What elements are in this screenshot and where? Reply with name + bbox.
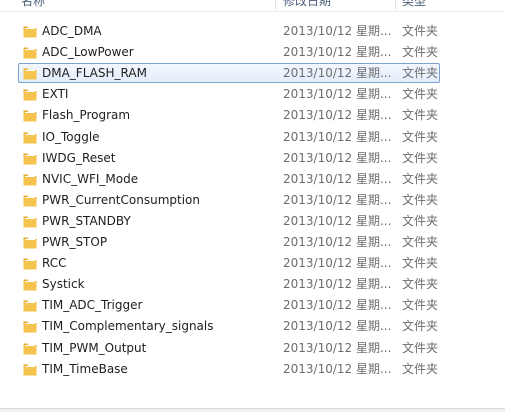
- file-modified-date: 2013/10/12 星期...: [283, 45, 392, 59]
- file-row[interactable]: EXTI 2013/10/12 星期... 文件夹: [18, 84, 440, 104]
- folder-icon: [23, 216, 37, 228]
- file-modified-date: 2013/10/12 星期...: [283, 87, 392, 101]
- file-name: TIM_PWM_Output: [42, 341, 147, 355]
- file-modified-date: 2013/10/12 星期...: [283, 256, 392, 270]
- file-type: 文件夹: [402, 151, 439, 165]
- file-row[interactable]: TIM_PWM_Output 2013/10/12 星期... 文件夹: [18, 338, 440, 358]
- column-header-type[interactable]: 类型: [402, 0, 502, 11]
- file-type: 文件夹: [402, 108, 439, 122]
- folder-icon: [23, 110, 37, 122]
- column-divider[interactable]: [275, 0, 276, 11]
- file-modified-date: 2013/10/12 星期...: [283, 172, 392, 186]
- file-modified-date: 2013/10/12 星期...: [283, 151, 392, 165]
- file-row[interactable]: RCC 2013/10/12 星期... 文件夹: [18, 253, 440, 273]
- folder-icon: [23, 279, 37, 291]
- folder-icon: [23, 26, 37, 38]
- file-name: EXTI: [42, 87, 69, 101]
- file-row[interactable]: IWDG_Reset 2013/10/12 星期... 文件夹: [18, 148, 440, 168]
- file-name: PWR_STANDBY: [42, 214, 131, 228]
- file-name: IWDG_Reset: [42, 151, 116, 165]
- file-modified-date: 2013/10/12 星期...: [283, 362, 392, 376]
- file-type: 文件夹: [402, 66, 439, 80]
- file-name: PWR_CurrentConsumption: [42, 193, 200, 207]
- file-type: 文件夹: [402, 172, 439, 186]
- status-bar-edge: [0, 408, 505, 412]
- file-modified-date: 2013/10/12 星期...: [283, 214, 392, 228]
- folder-icon: [23, 89, 37, 101]
- file-modified-date: 2013/10/12 星期...: [283, 319, 392, 333]
- file-type: 文件夹: [402, 214, 439, 228]
- file-modified-date: 2013/10/12 星期...: [283, 298, 392, 312]
- file-row[interactable]: IO_Toggle 2013/10/12 星期... 文件夹: [18, 127, 440, 147]
- file-type: 文件夹: [402, 277, 439, 291]
- file-row[interactable]: Flash_Program 2013/10/12 星期... 文件夹: [18, 105, 440, 125]
- file-row[interactable]: TIM_ADC_Trigger 2013/10/12 星期... 文件夹: [18, 295, 440, 315]
- file-type: 文件夹: [402, 193, 439, 207]
- file-name: IO_Toggle: [42, 130, 100, 144]
- file-name: TIM_ADC_Trigger: [42, 298, 143, 312]
- file-row[interactable]: PWR_STOP 2013/10/12 星期... 文件夹: [18, 232, 440, 252]
- file-type: 文件夹: [402, 24, 439, 38]
- folder-icon: [23, 237, 37, 249]
- folder-icon: [23, 195, 37, 207]
- folder-icon: [23, 132, 37, 144]
- file-modified-date: 2013/10/12 星期...: [283, 277, 392, 291]
- file-type: 文件夹: [402, 362, 439, 376]
- file-row[interactable]: NVIC_WFI_Mode 2013/10/12 星期... 文件夹: [18, 169, 440, 189]
- file-name: DMA_FLASH_RAM: [42, 66, 147, 80]
- file-row[interactable]: Systick 2013/10/12 星期... 文件夹: [18, 274, 440, 294]
- folder-icon: [23, 364, 37, 376]
- file-name: ADC_LowPower: [42, 45, 134, 59]
- folder-icon: [23, 343, 37, 355]
- file-explorer-list: 名称 修改日期 类型 ADC_DMA 2013/10/12 星期... 文件夹 ADC…: [0, 0, 505, 412]
- file-name: Systick: [42, 277, 85, 291]
- file-modified-date: 2013/10/12 星期...: [283, 108, 392, 122]
- file-modified-date: 2013/10/12 星期...: [283, 130, 392, 144]
- file-modified-date: 2013/10/12 星期...: [283, 193, 392, 207]
- file-type: 文件夹: [402, 319, 439, 333]
- file-type: 文件夹: [402, 87, 439, 101]
- file-type: 文件夹: [402, 341, 439, 355]
- column-header-bar: 名称 修改日期 类型: [0, 0, 505, 12]
- folder-icon: [23, 321, 37, 333]
- file-row[interactable]: TIM_Complementary_signals 2013/10/12 星期..…: [18, 316, 440, 336]
- file-name: TIM_TimeBase: [42, 362, 128, 376]
- file-row[interactable]: PWR_CurrentConsumption 2013/10/12 星期... 文件…: [18, 190, 440, 210]
- folder-icon: [23, 258, 37, 270]
- folder-icon: [23, 47, 37, 59]
- file-row[interactable]: DMA_FLASH_RAM 2013/10/12 星期... 文件夹: [18, 63, 440, 83]
- file-type: 文件夹: [402, 235, 439, 249]
- file-type: 文件夹: [402, 45, 439, 59]
- folder-icon: [23, 300, 37, 312]
- file-row[interactable]: ADC_DMA 2013/10/12 星期... 文件夹: [18, 21, 440, 41]
- file-name: Flash_Program: [42, 108, 131, 122]
- file-type: 文件夹: [402, 298, 439, 312]
- file-name: ADC_DMA: [42, 24, 102, 38]
- file-name: TIM_Complementary_signals: [42, 319, 214, 333]
- file-type: 文件夹: [402, 130, 439, 144]
- folder-icon: [23, 174, 37, 186]
- column-header-name[interactable]: 名称: [21, 0, 271, 11]
- file-row[interactable]: ADC_LowPower 2013/10/12 星期... 文件夹: [18, 42, 440, 62]
- file-modified-date: 2013/10/12 星期...: [283, 24, 392, 38]
- file-row[interactable]: PWR_STANDBY 2013/10/12 星期... 文件夹: [18, 211, 440, 231]
- column-divider[interactable]: [395, 0, 396, 11]
- folder-icon: [23, 68, 37, 80]
- file-name: PWR_STOP: [42, 235, 108, 249]
- file-name: NVIC_WFI_Mode: [42, 172, 139, 186]
- file-type: 文件夹: [402, 256, 439, 270]
- file-modified-date: 2013/10/12 星期...: [283, 341, 392, 355]
- file-modified-date: 2013/10/12 星期...: [283, 235, 392, 249]
- folder-icon: [23, 153, 37, 165]
- file-name: RCC: [42, 256, 67, 270]
- file-row[interactable]: TIM_TimeBase 2013/10/12 星期... 文件夹: [18, 359, 440, 379]
- file-modified-date: 2013/10/12 星期...: [283, 66, 392, 80]
- column-header-date[interactable]: 修改日期: [283, 0, 393, 11]
